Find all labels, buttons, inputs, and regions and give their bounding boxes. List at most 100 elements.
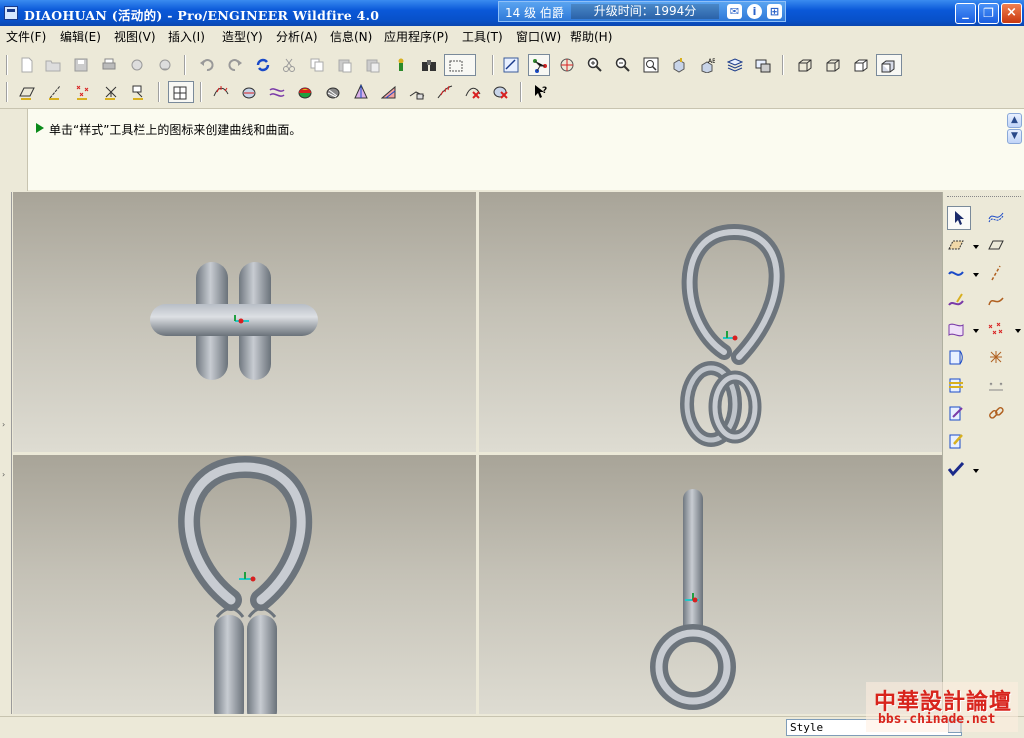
print-icon[interactable]: [98, 54, 120, 76]
done-check-icon[interactable]: [945, 458, 969, 482]
delete-curve-analysis-icon[interactable]: [462, 81, 484, 103]
datum-plane-display-icon[interactable]: [16, 81, 38, 103]
coordinate-system-icon[interactable]: [985, 346, 1009, 370]
datum-axis-display-icon[interactable]: [44, 81, 66, 103]
draft-analysis-icon[interactable]: [350, 81, 372, 103]
view-manager-icon[interactable]: [752, 54, 774, 76]
sash-arrow-icon[interactable]: ›: [2, 420, 7, 430]
refit-icon[interactable]: [640, 54, 662, 76]
menu-view[interactable]: 视图(V): [114, 28, 156, 45]
chevron-down-icon[interactable]: [973, 469, 979, 473]
viewport-top-left[interactable]: [13, 192, 476, 452]
context-help-icon[interactable]: ?: [530, 81, 552, 103]
connect-surfaces-icon[interactable]: [945, 346, 969, 370]
curvature-analysis-icon[interactable]: [210, 81, 232, 103]
edit-surface-icon[interactable]: [945, 402, 969, 426]
maximize-button[interactable]: ❐: [978, 3, 999, 24]
slope-analysis-icon[interactable]: [378, 81, 400, 103]
free-curve-icon[interactable]: [985, 290, 1009, 314]
send-icon[interactable]: [154, 54, 176, 76]
internal-plane-icon[interactable]: [985, 234, 1009, 258]
repaint-icon[interactable]: [500, 54, 522, 76]
menu-info[interactable]: 信息(N): [330, 28, 372, 45]
paste-icon[interactable]: [334, 54, 356, 76]
zoom-in-icon[interactable]: [584, 54, 606, 76]
viewport-bottom-left[interactable]: [13, 455, 476, 714]
chevron-down-icon[interactable]: [973, 329, 979, 333]
save-icon[interactable]: [70, 54, 92, 76]
new-file-icon[interactable]: [16, 54, 38, 76]
gaussian-curvature-icon[interactable]: [294, 81, 316, 103]
menu-analysis[interactable]: 分析(A): [276, 28, 318, 45]
no-hidden-icon[interactable]: [850, 54, 872, 76]
app-icon[interactable]: [4, 6, 18, 20]
section-analysis-icon[interactable]: [238, 81, 260, 103]
viewport-bottom-right[interactable]: [479, 455, 942, 714]
offset-analysis-icon[interactable]: [266, 81, 288, 103]
coordinate-system-display-icon[interactable]: [100, 81, 122, 103]
select-arrow-icon[interactable]: [947, 206, 971, 230]
reorient-icon[interactable]: [668, 54, 690, 76]
minimize-button[interactable]: _: [955, 3, 976, 24]
info-icon[interactable]: i: [747, 4, 762, 19]
menu-edit[interactable]: 编辑(E): [60, 28, 101, 45]
chain-link-icon[interactable]: [985, 402, 1009, 426]
menu-help[interactable]: 帮助(H): [570, 28, 612, 45]
curve-on-surface-icon[interactable]: [985, 262, 1009, 286]
datum-point-display-icon[interactable]: [72, 81, 94, 103]
paste-special-icon[interactable]: [362, 54, 384, 76]
active-plane-icon[interactable]: [945, 234, 969, 258]
layers-icon[interactable]: [724, 54, 746, 76]
grid-icon[interactable]: [168, 81, 194, 103]
hidden-line-icon[interactable]: [822, 54, 844, 76]
undo-icon[interactable]: [196, 54, 218, 76]
close-button[interactable]: ×: [1001, 3, 1022, 24]
delete-surface-analysis-icon[interactable]: [490, 81, 512, 103]
redo-icon[interactable]: [224, 54, 246, 76]
reflection-analysis-icon[interactable]: [322, 81, 344, 103]
wireframe-icon[interactable]: [794, 54, 816, 76]
boundary-surface-icon[interactable]: [945, 318, 969, 342]
surface-edit-pen-icon[interactable]: [945, 430, 969, 454]
chevron-down-icon[interactable]: [973, 273, 979, 277]
model-player-icon[interactable]: [390, 54, 412, 76]
shading-icon[interactable]: [876, 54, 902, 76]
message-scroll-up-button[interactable]: ▲: [1007, 113, 1022, 128]
menu-file[interactable]: 文件(F): [6, 28, 46, 45]
menu-insert[interactable]: 插入(I): [168, 28, 205, 45]
graphics-area[interactable]: › ›: [0, 192, 944, 714]
regenerate-icon[interactable]: [252, 54, 274, 76]
curve-radius-icon[interactable]: [434, 81, 456, 103]
zoom-out-icon[interactable]: [612, 54, 634, 76]
sash-arrow-icon[interactable]: ›: [2, 470, 7, 480]
message-scroll-down-button[interactable]: ▼: [1007, 129, 1022, 144]
annotation-display-icon[interactable]: [128, 81, 150, 103]
search-icon[interactable]: [418, 54, 440, 76]
measure-points-icon[interactable]: [985, 374, 1009, 398]
menu-window[interactable]: 窗口(W): [516, 28, 561, 45]
add-points-icon[interactable]: [985, 318, 1009, 342]
expand-icon[interactable]: ⊞: [767, 4, 782, 19]
spin-center-icon[interactable]: [556, 54, 578, 76]
cut-icon[interactable]: [278, 54, 300, 76]
menu-applications[interactable]: 应用程序(P): [384, 28, 449, 45]
menu-tools[interactable]: 工具(T): [462, 28, 503, 45]
chevron-down-icon[interactable]: [1015, 329, 1021, 333]
chevron-down-icon[interactable]: [973, 245, 979, 249]
create-curve-icon[interactable]: [945, 262, 969, 286]
mail-icon[interactable]: ✉: [727, 4, 742, 19]
saved-views-icon[interactable]: AB: [696, 54, 718, 76]
trim-surface-icon[interactable]: [945, 374, 969, 398]
dihedral-analysis-icon[interactable]: [406, 81, 428, 103]
viewport-top-right[interactable]: [479, 192, 942, 452]
selection-box-icon[interactable]: [444, 54, 476, 76]
email-icon[interactable]: [126, 54, 148, 76]
menu-style[interactable]: 造型(Y): [222, 28, 263, 45]
svg-text:AB: AB: [708, 58, 715, 65]
orient-mode-icon[interactable]: [528, 54, 550, 76]
copy-icon[interactable]: [306, 54, 328, 76]
open-folder-icon[interactable]: [42, 54, 64, 76]
edit-curve-icon[interactable]: [945, 290, 969, 314]
curve-network-icon[interactable]: [985, 206, 1009, 230]
navigator-sash[interactable]: › ›: [0, 192, 12, 714]
